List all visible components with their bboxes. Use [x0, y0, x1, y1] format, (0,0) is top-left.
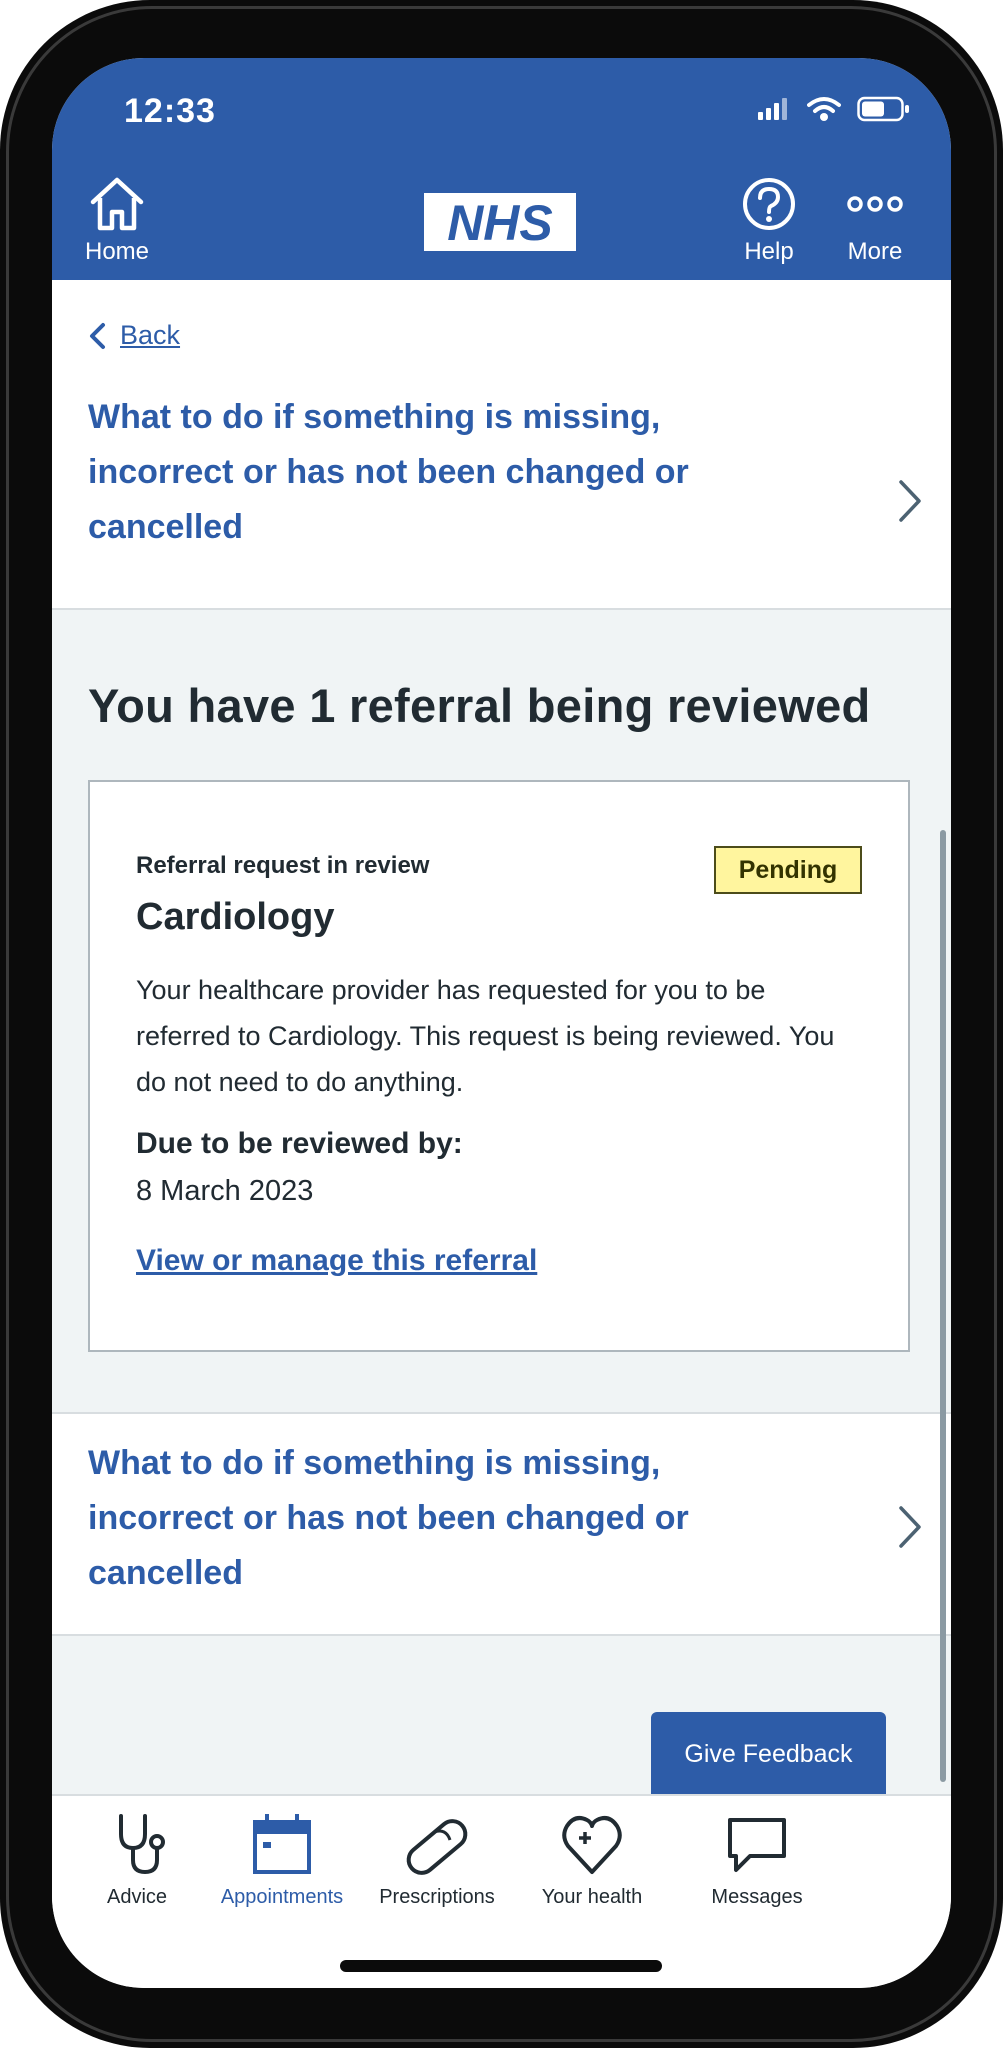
- referrals-heading: You have 1 referral being reviewed: [88, 679, 871, 732]
- home-icon: [90, 177, 144, 231]
- help-button[interactable]: Help: [714, 176, 824, 266]
- back-link[interactable]: Back: [88, 320, 180, 351]
- help-link-card-bottom[interactable]: What to do if something is missing, inco…: [52, 1412, 951, 1636]
- chevron-left-icon: [90, 322, 105, 349]
- home-indicator[interactable]: [340, 1960, 662, 1972]
- due-date-value: 8 March 2023: [136, 1175, 314, 1207]
- tab-prescriptions[interactable]: Prescriptions: [352, 1810, 522, 1909]
- back-section: Back: [52, 280, 951, 390]
- phone-screen: 12:33 Home NHS Help More Back What to do…: [52, 58, 951, 1988]
- tab-messages-label: Messages: [711, 1886, 803, 1908]
- more-label: More: [847, 238, 903, 265]
- speech-bubble-icon: [728, 1818, 786, 1872]
- signal-icon: [758, 98, 787, 120]
- app-header: 12:33 Home NHS Help More: [52, 58, 951, 280]
- help-link-card-top[interactable]: What to do if something is missing, inco…: [52, 390, 951, 610]
- bottom-tab-bar: Advice Appointments Prescriptions Your h…: [52, 1794, 951, 1988]
- calendar-icon: [253, 1814, 311, 1874]
- home-button[interactable]: Home: [62, 176, 172, 266]
- more-icon: [847, 196, 903, 212]
- manage-referral-link[interactable]: View or manage this referral: [136, 1244, 537, 1278]
- chevron-right-icon: [899, 480, 921, 522]
- referrals-section: You have 1 referral being reviewed Refer…: [52, 610, 951, 1412]
- page-content: Back What to do if something is missing,…: [52, 280, 951, 1636]
- home-label: Home: [84, 238, 150, 265]
- referral-card-title: Cardiology: [136, 896, 335, 938]
- status-badge: Pending: [714, 846, 862, 894]
- heart-plus-icon: [562, 1816, 622, 1874]
- tab-appointments-label: Appointments: [220, 1886, 344, 1908]
- help-link-text-bottom: What to do if something is missing, inco…: [88, 1444, 689, 1592]
- phone-frame: 12:33 Home NHS Help More Back What to do…: [0, 0, 1003, 2048]
- nhs-logo-text: NHS: [447, 195, 553, 251]
- tab-appointments[interactable]: Appointments: [197, 1810, 367, 1909]
- tab-advice-label: Advice: [106, 1886, 168, 1908]
- due-date-label: Due to be reviewed by:: [136, 1127, 463, 1160]
- status-time: 12:33: [124, 92, 216, 130]
- tab-prescriptions-label: Prescriptions: [379, 1886, 495, 1908]
- give-feedback-button[interactable]: Give Feedback: [651, 1712, 886, 1796]
- help-icon: [743, 178, 795, 230]
- tab-your-health[interactable]: Your health: [507, 1810, 677, 1909]
- pill-icon: [406, 1819, 468, 1875]
- battery-icon: [857, 96, 909, 122]
- status-icons: [757, 96, 911, 122]
- referral-card-body: Your healthcare provider has requested f…: [136, 975, 835, 1097]
- back-label: Back: [120, 320, 181, 350]
- scrollbar[interactable]: [940, 830, 946, 1782]
- stethoscope-icon: [119, 1814, 165, 1875]
- nhs-logo: NHS: [424, 193, 576, 251]
- help-label: Help: [744, 238, 794, 265]
- more-button[interactable]: More: [820, 176, 930, 266]
- wifi-icon: [807, 97, 841, 121]
- referral-card: Referral request in review Cardiology Pe…: [88, 780, 910, 1352]
- tab-messages[interactable]: Messages: [667, 1810, 847, 1909]
- referral-card-subtitle: Referral request in review: [136, 852, 430, 879]
- help-link-text-top: What to do if something is missing, inco…: [88, 398, 689, 546]
- chevron-right-icon: [899, 1506, 921, 1548]
- tab-your-health-label: Your health: [541, 1886, 643, 1908]
